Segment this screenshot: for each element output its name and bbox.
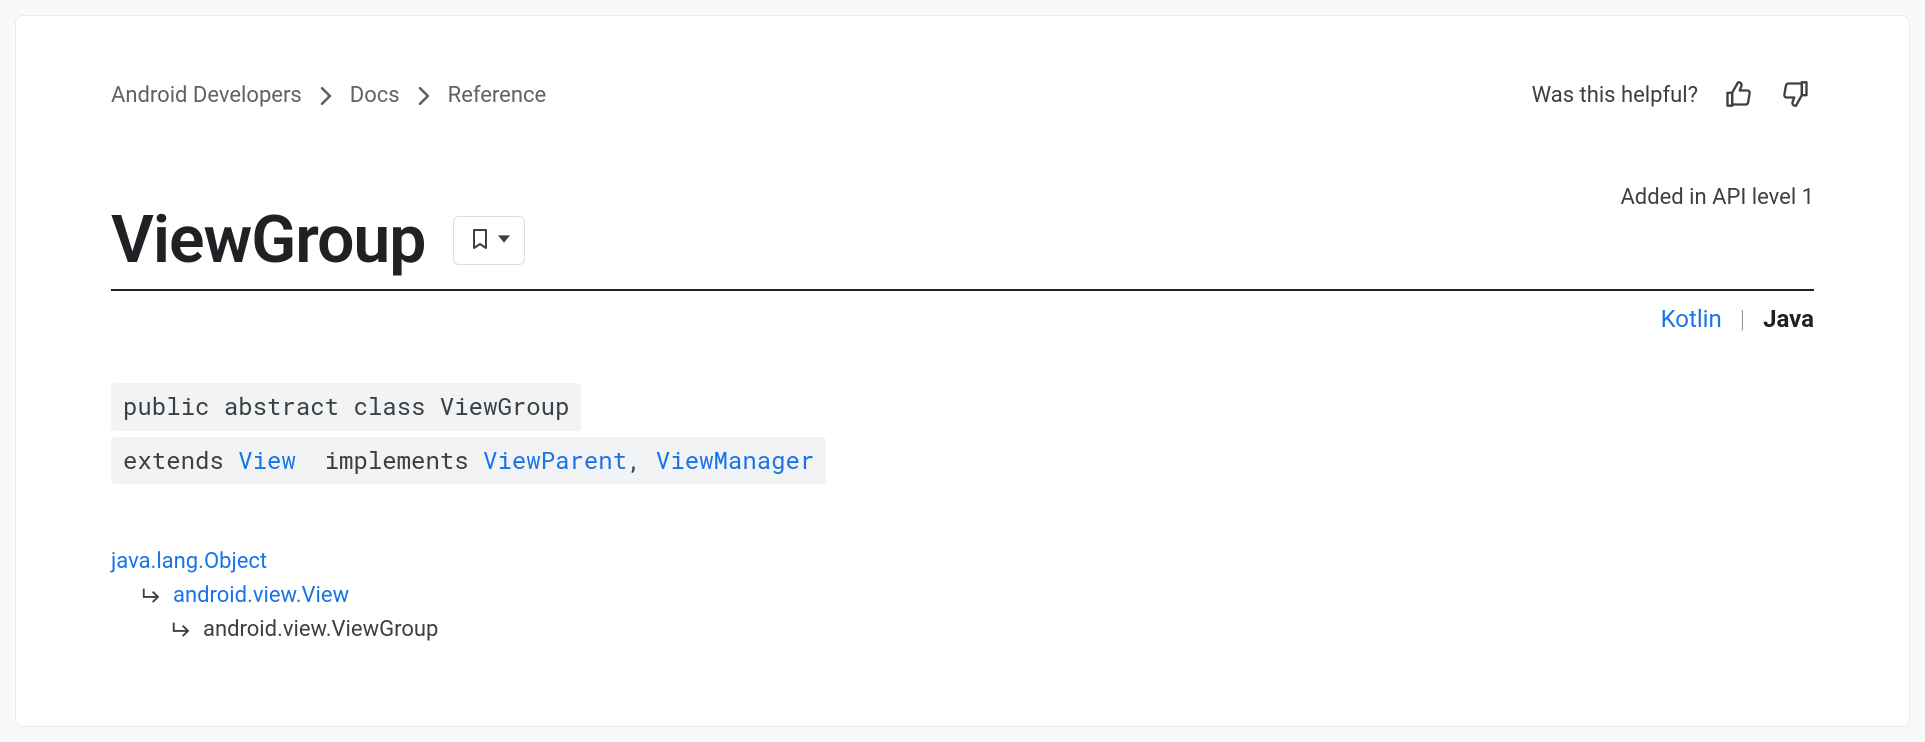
signature-line-1: public abstract class ViewGroup <box>111 383 581 431</box>
page-frame: Android Developers Docs Reference Was th… <box>15 15 1910 727</box>
thumbs-up-button[interactable] <box>1720 76 1756 115</box>
title-row: ViewGroup <box>111 202 1814 291</box>
signature-line-2: extends View implements ViewParent, View… <box>111 437 826 485</box>
language-divider: | <box>1740 305 1745 333</box>
breadcrumb-link-docs[interactable]: Docs <box>350 83 400 108</box>
language-active-java: Java <box>1763 305 1814 333</box>
chevron-right-icon <box>320 87 332 105</box>
link-viewparent[interactable]: ViewParent <box>483 444 627 476</box>
link-viewmanager[interactable]: ViewManager <box>656 444 814 476</box>
bookmark-icon <box>468 227 492 254</box>
top-row: Android Developers Docs Reference Was th… <box>111 76 1814 115</box>
hierarchy-row: android.view.View <box>111 579 1814 613</box>
feedback-widget: Was this helpful? <box>1532 76 1814 115</box>
breadcrumb-link-reference[interactable]: Reference <box>448 83 547 108</box>
thumbs-down-icon <box>1782 80 1810 111</box>
link-android-view-view[interactable]: android.view.View <box>173 579 349 613</box>
hierarchy-current-class: android.view.ViewGroup <box>203 613 438 647</box>
page-title: ViewGroup <box>111 202 425 279</box>
thumbs-up-icon <box>1724 80 1752 111</box>
link-view[interactable]: View <box>238 444 296 476</box>
hierarchy-row: android.view.ViewGroup <box>111 613 1814 647</box>
bookmark-button[interactable] <box>453 216 525 265</box>
chevron-right-icon <box>418 87 430 105</box>
api-level-label: Added in API level 1 <box>1620 185 1814 210</box>
link-java-lang-object[interactable]: java.lang.Object <box>111 545 267 579</box>
subdirectory-arrow-icon <box>171 619 193 641</box>
breadcrumb-link-android-developers[interactable]: Android Developers <box>111 83 302 108</box>
class-signature: public abstract class ViewGroup extends … <box>111 383 1814 490</box>
breadcrumb: Android Developers Docs Reference <box>111 83 546 108</box>
language-switch: Kotlin | Java <box>111 305 1814 333</box>
subdirectory-arrow-icon <box>141 585 163 607</box>
thumbs-down-button[interactable] <box>1778 76 1814 115</box>
hierarchy-row: java.lang.Object <box>111 545 1814 579</box>
caret-down-icon <box>498 233 510 248</box>
class-hierarchy: java.lang.Object android.view.View andro… <box>111 545 1814 647</box>
feedback-prompt: Was this helpful? <box>1532 83 1698 108</box>
language-link-kotlin[interactable]: Kotlin <box>1661 305 1722 333</box>
